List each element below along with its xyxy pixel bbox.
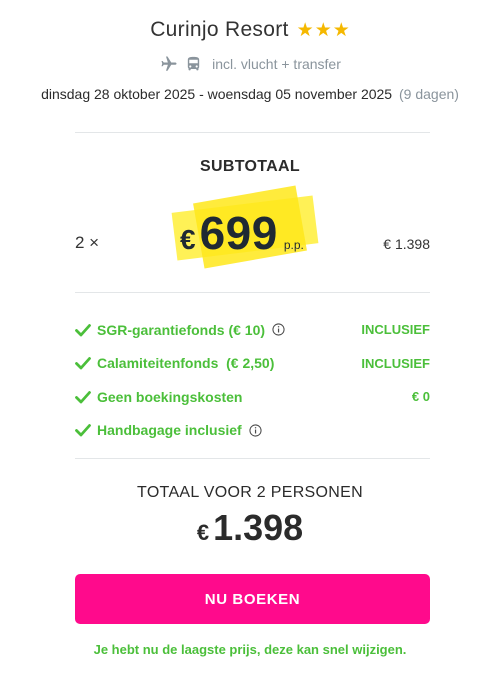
trip-duration: (9 dagen) <box>399 86 459 102</box>
plane-icon <box>159 55 179 73</box>
check-icon <box>75 355 91 371</box>
lowest-price-notice: Je hebt nu de laagste prijs, deze kan sn… <box>93 642 407 657</box>
info-icon[interactable] <box>249 424 262 437</box>
divider <box>75 132 430 133</box>
traveler-quantity: 2 × <box>75 233 100 252</box>
date-range: dinsdag 28 oktober 2025 - woensdag 05 no… <box>41 86 393 102</box>
hotel-name: Curinjo Resort <box>150 18 289 41</box>
inclusion-label: SGR-garantiefonds (€ 10) <box>97 321 266 338</box>
check-icon <box>75 422 91 438</box>
total-value: 1.398 <box>213 507 304 548</box>
inclusion-value: INCLUSIEF <box>361 355 430 371</box>
check-icon <box>75 322 91 338</box>
price-per-person: € 699 p.p. <box>180 206 304 260</box>
price-value: 699 <box>199 207 278 259</box>
book-now-button[interactable]: NU BOEKEN <box>75 574 430 624</box>
per-person-label: p.p. <box>283 238 304 252</box>
info-icon[interactable] <box>272 323 285 336</box>
inclusion-label: Calamiteitenfonds (€ 2,50) <box>97 355 275 372</box>
list-item: SGR-garantiefonds (€ 10) INCLUSIEF <box>75 313 430 347</box>
subtotal-heading: SUBTOTAAL <box>200 158 300 175</box>
list-item: Calamiteitenfonds (€ 2,50) INCLUSIEF <box>75 347 430 381</box>
inclusions-list: SGR-garantiefonds (€ 10) INCLUSIEF Calam… <box>75 313 430 447</box>
transport-info: incl. vlucht + transfer <box>0 55 500 73</box>
divider <box>75 458 430 459</box>
divider <box>75 292 430 293</box>
transport-text: incl. vlucht + transfer <box>212 56 341 72</box>
booking-header: Curinjo Resort ★ ★ ★ incl. vlucht + tran… <box>0 0 500 102</box>
star-icon: ★ <box>314 19 332 41</box>
total-price: € 1.398 <box>0 507 500 549</box>
star-icon: ★ <box>332 19 350 41</box>
bus-icon <box>185 55 202 73</box>
total-currency: € <box>196 520 210 545</box>
price-currency: € <box>180 224 196 255</box>
subtotal-line-total: € 1.398 <box>383 236 430 252</box>
total-heading: TOTAAL VOOR 2 PERSONEN <box>137 484 363 501</box>
star-icon: ★ <box>296 19 314 41</box>
travel-dates: dinsdag 28 oktober 2025 - woensdag 05 no… <box>0 86 500 102</box>
hotel-title-row: Curinjo Resort ★ ★ ★ <box>0 18 500 42</box>
price-per-person-block: € 699 p.p. <box>170 185 335 272</box>
check-icon <box>75 389 91 405</box>
inclusion-value: € 0 <box>411 389 430 405</box>
list-item: Handbagage inclusief <box>75 414 430 448</box>
inclusion-label: Geen boekingskosten <box>97 388 243 405</box>
inclusion-label: Handbagage inclusief <box>97 422 242 439</box>
list-item: Geen boekingskosten € 0 <box>75 380 430 414</box>
hotel-star-rating: ★ ★ ★ <box>297 21 350 40</box>
inclusion-value: INCLUSIEF <box>361 322 430 338</box>
